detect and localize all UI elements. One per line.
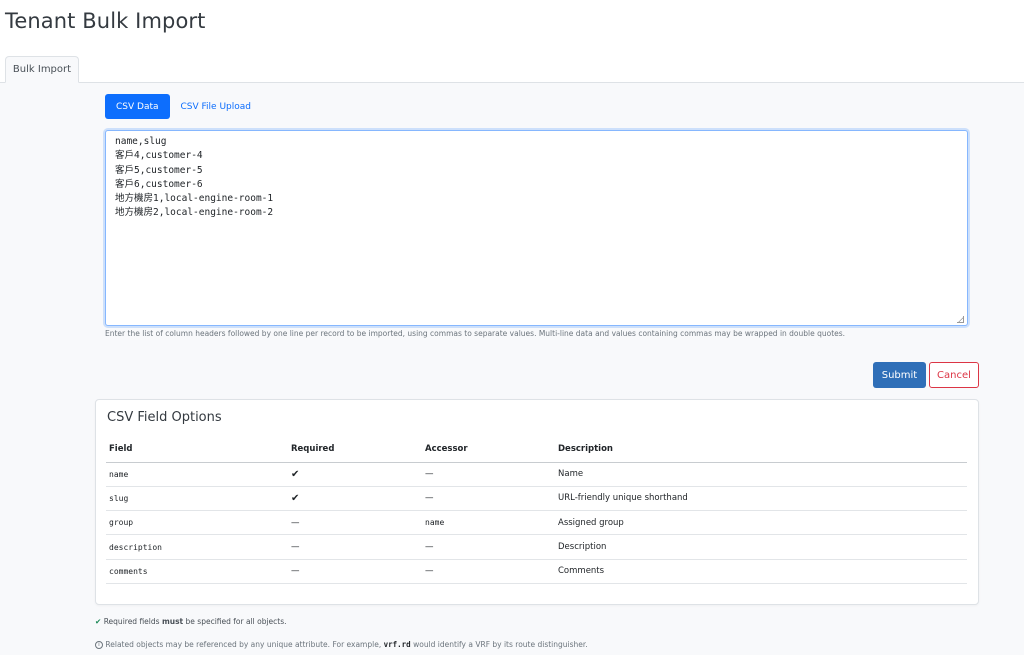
column-header-required: Required <box>288 437 422 463</box>
required-note-prefix: Required fields <box>103 617 160 626</box>
submit-button[interactable]: Submit <box>873 362 926 388</box>
field-name: group <box>106 510 288 536</box>
field-description: Comments <box>555 559 967 584</box>
required-check-icon: ✔ <box>288 486 422 512</box>
field-description: Description <box>555 534 967 560</box>
column-header-accessor: Accessor <box>422 437 555 463</box>
page-header: Tenant Bulk Import Bulk Import <box>0 0 1024 83</box>
related-note-suffix: would identify a VRF by its route distin… <box>413 640 588 649</box>
required-value: — <box>288 510 422 536</box>
field-description: Assigned group <box>555 510 967 536</box>
required-fields-note: ✔ Required fields must be specified for … <box>95 617 287 626</box>
field-description: URL-friendly unique shorthand <box>555 486 967 512</box>
tab-csv-file-upload[interactable]: CSV File Upload <box>170 94 262 119</box>
related-note-prefix: Related objects may be referenced by any… <box>105 640 382 649</box>
accessor-value: — <box>422 559 555 584</box>
table-header-row: Field Required Accessor Description <box>106 437 967 463</box>
table-row: group — name Assigned group <box>106 510 967 536</box>
cancel-button[interactable]: Cancel <box>929 362 979 388</box>
required-value: — <box>288 559 422 584</box>
csv-field-options-card: CSV Field Options Field Required Accesso… <box>95 399 979 605</box>
textarea-resize-handle[interactable] <box>957 316 964 323</box>
field-name: comments <box>106 559 288 584</box>
info-icon: i <box>95 641 103 649</box>
field-name: slug <box>106 486 288 512</box>
tab-csv-data[interactable]: CSV Data <box>105 94 170 119</box>
related-objects-note: i Related objects may be referenced by a… <box>95 640 588 649</box>
table-row: name ✔ — Name <box>106 462 967 487</box>
required-note-emphasis: must <box>161 617 184 626</box>
required-check-icon: ✔ <box>288 462 422 487</box>
required-value: — <box>288 534 422 560</box>
required-note-suffix: be specified for all objects. <box>185 617 287 626</box>
page-title: Tenant Bulk Import <box>5 9 206 33</box>
table-row: slug ✔ — URL-friendly unique shorthand <box>106 486 967 512</box>
field-name: name <box>106 462 288 487</box>
field-name: description <box>106 534 288 560</box>
accessor-value: — <box>422 534 555 560</box>
table-row: description — — Description <box>106 534 967 560</box>
accessor-value: — <box>422 486 555 512</box>
table-row: comments — — Comments <box>106 559 967 584</box>
accessor-value: — <box>422 462 555 487</box>
column-header-field: Field <box>106 437 288 463</box>
tab-bulk-import[interactable]: Bulk Import <box>5 56 79 83</box>
card-title: CSV Field Options <box>107 410 222 425</box>
accessor-value: name <box>422 510 555 536</box>
import-mode-tabs: CSV Data CSV File Upload <box>105 94 262 119</box>
check-icon: ✔ <box>95 617 102 626</box>
field-options-table: Field Required Accessor Description name… <box>106 437 967 584</box>
csv-data-textarea[interactable]: name,slug 客戶4,customer-4 客戶5,customer-5 … <box>105 130 968 326</box>
csv-help-text: Enter the list of column headers followe… <box>105 329 846 338</box>
column-header-description: Description <box>555 437 967 463</box>
tab-bar: Bulk Import <box>0 56 1024 83</box>
field-description: Name <box>555 462 967 487</box>
related-note-code: vrf.rd <box>383 640 411 649</box>
